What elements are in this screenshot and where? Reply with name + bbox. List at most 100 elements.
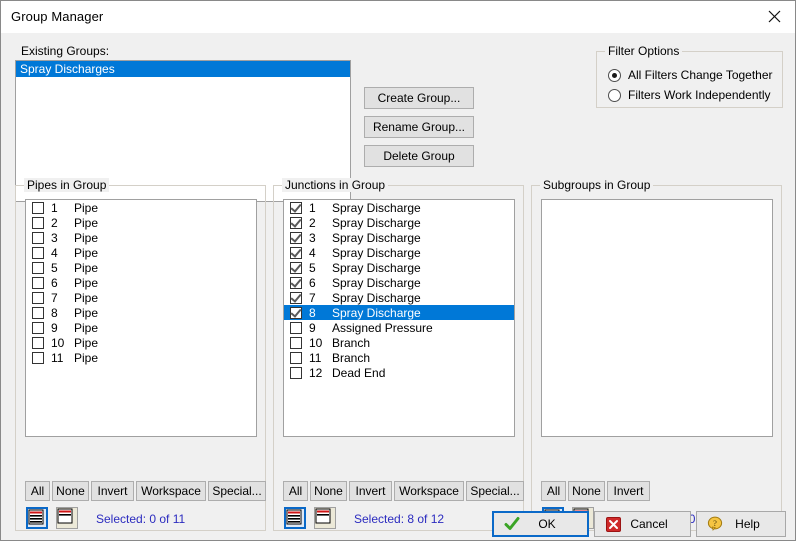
junctions-none-button[interactable]: None [310, 481, 347, 501]
pipe-type: Pipe [74, 261, 256, 275]
pipes-list[interactable]: 1Pipe2Pipe3Pipe4Pipe5Pipe6Pipe7Pipe8Pipe… [25, 199, 257, 437]
subgroups-all-button[interactable]: All [541, 481, 566, 501]
radio-all-filters-change-together[interactable] [608, 69, 621, 82]
table-row[interactable]: 11Branch [284, 350, 514, 365]
junction-checkbox[interactable] [290, 277, 302, 289]
junction-checkbox[interactable] [290, 232, 302, 244]
junction-checkbox[interactable] [290, 307, 302, 319]
help-button[interactable]: ? Help [696, 511, 786, 537]
junction-checkbox[interactable] [290, 262, 302, 274]
table-row[interactable]: 1Pipe [26, 200, 256, 215]
pipes-workspace-button[interactable]: Workspace [136, 481, 206, 501]
pipe-checkbox[interactable] [32, 232, 44, 244]
junctions-selected-count: Selected: 8 of 12 [354, 512, 444, 526]
rename-group-button[interactable]: Rename Group... [364, 116, 474, 138]
junction-checkbox[interactable] [290, 247, 302, 259]
filter-option-label: Filters Work Independently [628, 88, 771, 102]
junction-number: 2 [302, 216, 332, 230]
radio-filters-work-independently[interactable] [608, 89, 621, 102]
junction-checkbox[interactable] [290, 202, 302, 214]
table-row[interactable]: 5Spray Discharge [284, 260, 514, 275]
pipe-type: Pipe [74, 276, 256, 290]
junction-checkbox[interactable] [290, 322, 302, 334]
junctions-all-button[interactable]: All [283, 481, 308, 501]
pipe-checkbox[interactable] [32, 322, 44, 334]
pipes-in-group-title: Pipes in Group [24, 178, 109, 192]
table-row[interactable]: 10Branch [284, 335, 514, 350]
pipe-type: Pipe [74, 246, 256, 260]
pipe-number: 4 [44, 246, 74, 260]
close-icon[interactable] [751, 1, 796, 32]
junction-type: Branch [332, 336, 514, 350]
filter-options-groupbox: Filter Options All Filters Change Togeth… [596, 51, 783, 108]
junction-number: 4 [302, 246, 332, 260]
junction-checkbox[interactable] [290, 217, 302, 229]
list-selected-icon[interactable] [314, 507, 336, 529]
junction-checkbox[interactable] [290, 292, 302, 304]
table-row[interactable]: 2Pipe [26, 215, 256, 230]
table-row[interactable]: 9Assigned Pressure [284, 320, 514, 335]
junctions-special-button[interactable]: Special... [466, 481, 524, 501]
list-all-icon[interactable] [26, 507, 48, 529]
table-row[interactable]: 3Pipe [26, 230, 256, 245]
junctions-invert-button[interactable]: Invert [349, 481, 392, 501]
delete-group-button[interactable]: Delete Group [364, 145, 474, 167]
list-item[interactable]: Spray Discharges [16, 61, 350, 77]
table-row[interactable]: 5Pipe [26, 260, 256, 275]
junctions-workspace-button[interactable]: Workspace [394, 481, 464, 501]
junction-type: Spray Discharge [332, 276, 514, 290]
pipe-checkbox[interactable] [32, 352, 44, 364]
table-row[interactable]: 6Spray Discharge [284, 275, 514, 290]
pipes-special-button[interactable]: Special... [208, 481, 266, 501]
table-row[interactable]: 8Spray Discharge [284, 305, 514, 320]
pipe-number: 11 [44, 351, 74, 365]
junction-type: Assigned Pressure [332, 321, 514, 335]
pipe-number: 1 [44, 201, 74, 215]
table-row[interactable]: 4Spray Discharge [284, 245, 514, 260]
pipes-none-button[interactable]: None [52, 481, 89, 501]
pipes-invert-button[interactable]: Invert [91, 481, 134, 501]
table-row[interactable]: 11Pipe [26, 350, 256, 365]
junction-checkbox[interactable] [290, 337, 302, 349]
svg-text:?: ? [713, 518, 717, 528]
filter-option-independent[interactable]: Filters Work Independently [597, 85, 782, 105]
create-group-button[interactable]: Create Group... [364, 87, 474, 109]
table-row[interactable]: 4Pipe [26, 245, 256, 260]
table-row[interactable]: 6Pipe [26, 275, 256, 290]
junction-checkbox[interactable] [290, 367, 302, 379]
pipe-checkbox[interactable] [32, 202, 44, 214]
table-row[interactable]: 9Pipe [26, 320, 256, 335]
table-row[interactable]: 10Pipe [26, 335, 256, 350]
pipe-checkbox[interactable] [32, 217, 44, 229]
pipes-all-button[interactable]: All [25, 481, 50, 501]
pipe-checkbox[interactable] [32, 247, 44, 259]
table-row[interactable]: 7Spray Discharge [284, 290, 514, 305]
table-row[interactable]: 7Pipe [26, 290, 256, 305]
pipe-checkbox[interactable] [32, 277, 44, 289]
pipe-checkbox[interactable] [32, 307, 44, 319]
list-all-icon[interactable] [284, 507, 306, 529]
junction-number: 7 [302, 291, 332, 305]
pipes-selected-count: Selected: 0 of 11 [96, 512, 185, 526]
table-row[interactable]: 2Spray Discharge [284, 215, 514, 230]
cancel-button[interactable]: Cancel [594, 511, 691, 537]
table-row[interactable]: 3Spray Discharge [284, 230, 514, 245]
junctions-list[interactable]: 1Spray Discharge2Spray Discharge3Spray D… [283, 199, 515, 437]
table-row[interactable]: 12Dead End [284, 365, 514, 380]
table-row[interactable]: 8Pipe [26, 305, 256, 320]
junction-checkbox[interactable] [290, 352, 302, 364]
ok-button[interactable]: OK [492, 511, 589, 537]
pipe-checkbox[interactable] [32, 337, 44, 349]
pipe-number: 9 [44, 321, 74, 335]
subgroups-list[interactable] [541, 199, 773, 437]
list-selected-icon[interactable] [56, 507, 78, 529]
pipe-checkbox[interactable] [32, 262, 44, 274]
pipe-number: 8 [44, 306, 74, 320]
pipe-checkbox[interactable] [32, 292, 44, 304]
filter-option-all-together[interactable]: All Filters Change Together [597, 65, 782, 85]
pipe-type: Pipe [74, 291, 256, 305]
subgroups-none-button[interactable]: None [568, 481, 605, 501]
junction-type: Spray Discharge [332, 216, 514, 230]
subgroups-invert-button[interactable]: Invert [607, 481, 650, 501]
table-row[interactable]: 1Spray Discharge [284, 200, 514, 215]
